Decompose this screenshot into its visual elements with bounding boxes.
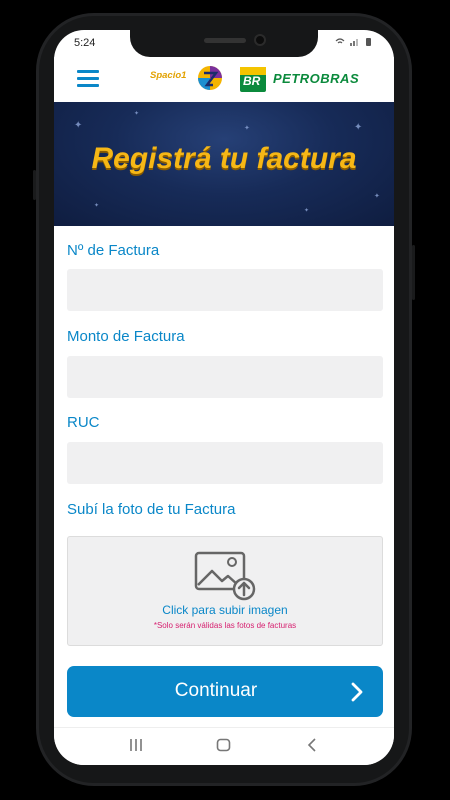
ruc-input[interactable] (67, 442, 383, 484)
phone-screen: 5:24 Spacio1 BR PETROBRAS ✦ ✦ ✦ ✦ ✦ ✦ ✦ … (54, 30, 394, 765)
chevron-right-icon (351, 682, 363, 702)
upload-note: *Solo serán válidas las fotos de factura… (153, 621, 297, 630)
back-icon[interactable] (306, 738, 318, 752)
spacio-logo: Spacio1 (150, 70, 187, 81)
continue-label: Continuar (174, 680, 258, 701)
ruc-label: RUC (67, 414, 100, 431)
android-nav-bar (54, 727, 394, 765)
status-time: 5:24 (74, 37, 96, 49)
volume-button (33, 170, 36, 200)
image-upload-icon (194, 551, 256, 601)
wifi-signal-battery-icon (335, 38, 371, 46)
speaker (204, 38, 246, 43)
power-button (412, 245, 415, 300)
hamburger-menu-icon[interactable] (77, 70, 99, 87)
continue-button[interactable]: Continuar (67, 666, 383, 717)
app-header: Spacio1 BR PETROBRAS (54, 57, 394, 102)
banner-title: Registrá tu factura (91, 142, 357, 175)
invoice-amount-input[interactable] (67, 356, 383, 398)
front-camera (254, 34, 266, 46)
petrobras-br-logo: BR (240, 67, 266, 92)
recent-apps-icon[interactable] (129, 738, 143, 752)
image-upload-area[interactable]: Click para subir imagen *Solo serán váli… (67, 536, 383, 646)
petrobras-wordmark: PETROBRAS (273, 71, 360, 86)
invoice-number-label: Nº de Factura (67, 242, 160, 259)
notch (130, 30, 318, 57)
upload-text: Click para subir imagen (162, 603, 288, 617)
invoice-number-input[interactable] (67, 269, 383, 311)
banner: ✦ ✦ ✦ ✦ ✦ ✦ ✦ Registrá tu factura (54, 102, 394, 226)
spacio-badge-icon (198, 66, 222, 90)
invoice-amount-label: Monto de Factura (67, 328, 185, 345)
status-icons (334, 37, 374, 50)
invoice-photo-label: Subí la foto de tu Factura (67, 501, 236, 518)
home-icon[interactable] (216, 738, 232, 752)
